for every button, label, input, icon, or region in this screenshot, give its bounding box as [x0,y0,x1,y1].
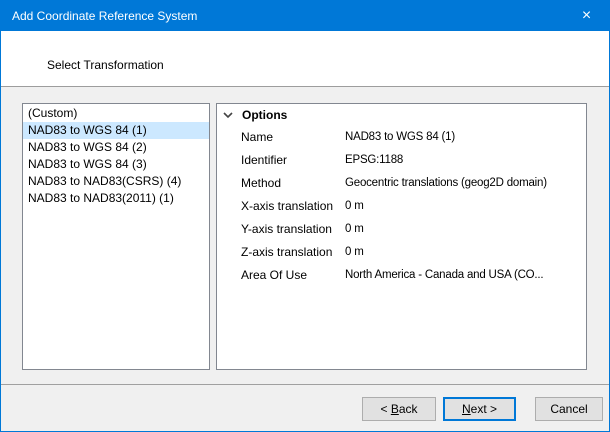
page-title: Select Transformation [47,58,164,72]
option-row: X-axis translation 0 m [217,195,586,218]
close-button[interactable]: × [564,1,609,31]
option-row: Z-axis translation 0 m [217,241,586,264]
option-label: Name [217,126,345,149]
option-value: 0 m [345,195,586,218]
close-icon: × [582,8,591,24]
option-value: North America - Canada and USA (CO... [345,264,586,287]
option-label: Z-axis translation [217,241,345,264]
wizard-banner: Select Transformation [1,31,609,87]
option-label: Y-axis translation [217,218,345,241]
option-label: Area Of Use [217,264,345,287]
button-bar: < Back Next > Cancel [1,384,609,430]
option-value: 0 m [345,218,586,241]
list-item[interactable]: NAD83 to NAD83(2011) (1) [23,190,209,207]
list-item[interactable]: NAD83 to WGS 84 (3) [23,156,209,173]
content-area: (Custom) NAD83 to WGS 84 (1) NAD83 to WG… [1,87,609,384]
chevron-down-icon [223,110,233,120]
option-row: Name NAD83 to WGS 84 (1) [217,126,586,149]
option-value: Geocentric translations (geog2D domain) [345,172,586,195]
options-header-label: Options [242,108,287,122]
option-label: Identifier [217,149,345,172]
option-row: Method Geocentric translations (geog2D d… [217,172,586,195]
list-item[interactable]: NAD83 to WGS 84 (1) [23,122,209,139]
add-crs-dialog: Add Coordinate Reference System × Select… [0,0,610,432]
option-value: 0 m [345,241,586,264]
option-row: Y-axis translation 0 m [217,218,586,241]
options-header[interactable]: Options [217,104,586,126]
option-value: NAD83 to WGS 84 (1) [345,126,586,149]
list-item[interactable]: NAD83 to WGS 84 (2) [23,139,209,156]
list-item[interactable]: (Custom) [23,105,209,122]
next-button[interactable]: Next > [443,397,516,421]
back-button[interactable]: < Back [362,397,436,421]
option-row: Area Of Use North America - Canada and U… [217,264,586,287]
cancel-button[interactable]: Cancel [535,397,603,421]
option-label: Method [217,172,345,195]
options-panel: Options Name NAD83 to WGS 84 (1) Identif… [216,103,587,370]
option-value: EPSG:1188 [345,149,586,172]
option-row: Identifier EPSG:1188 [217,149,586,172]
window-title: Add Coordinate Reference System [12,9,197,23]
transformation-list[interactable]: (Custom) NAD83 to WGS 84 (1) NAD83 to WG… [22,103,210,370]
list-item[interactable]: NAD83 to NAD83(CSRS) (4) [23,173,209,190]
option-label: X-axis translation [217,195,345,218]
titlebar: Add Coordinate Reference System × [1,1,609,31]
